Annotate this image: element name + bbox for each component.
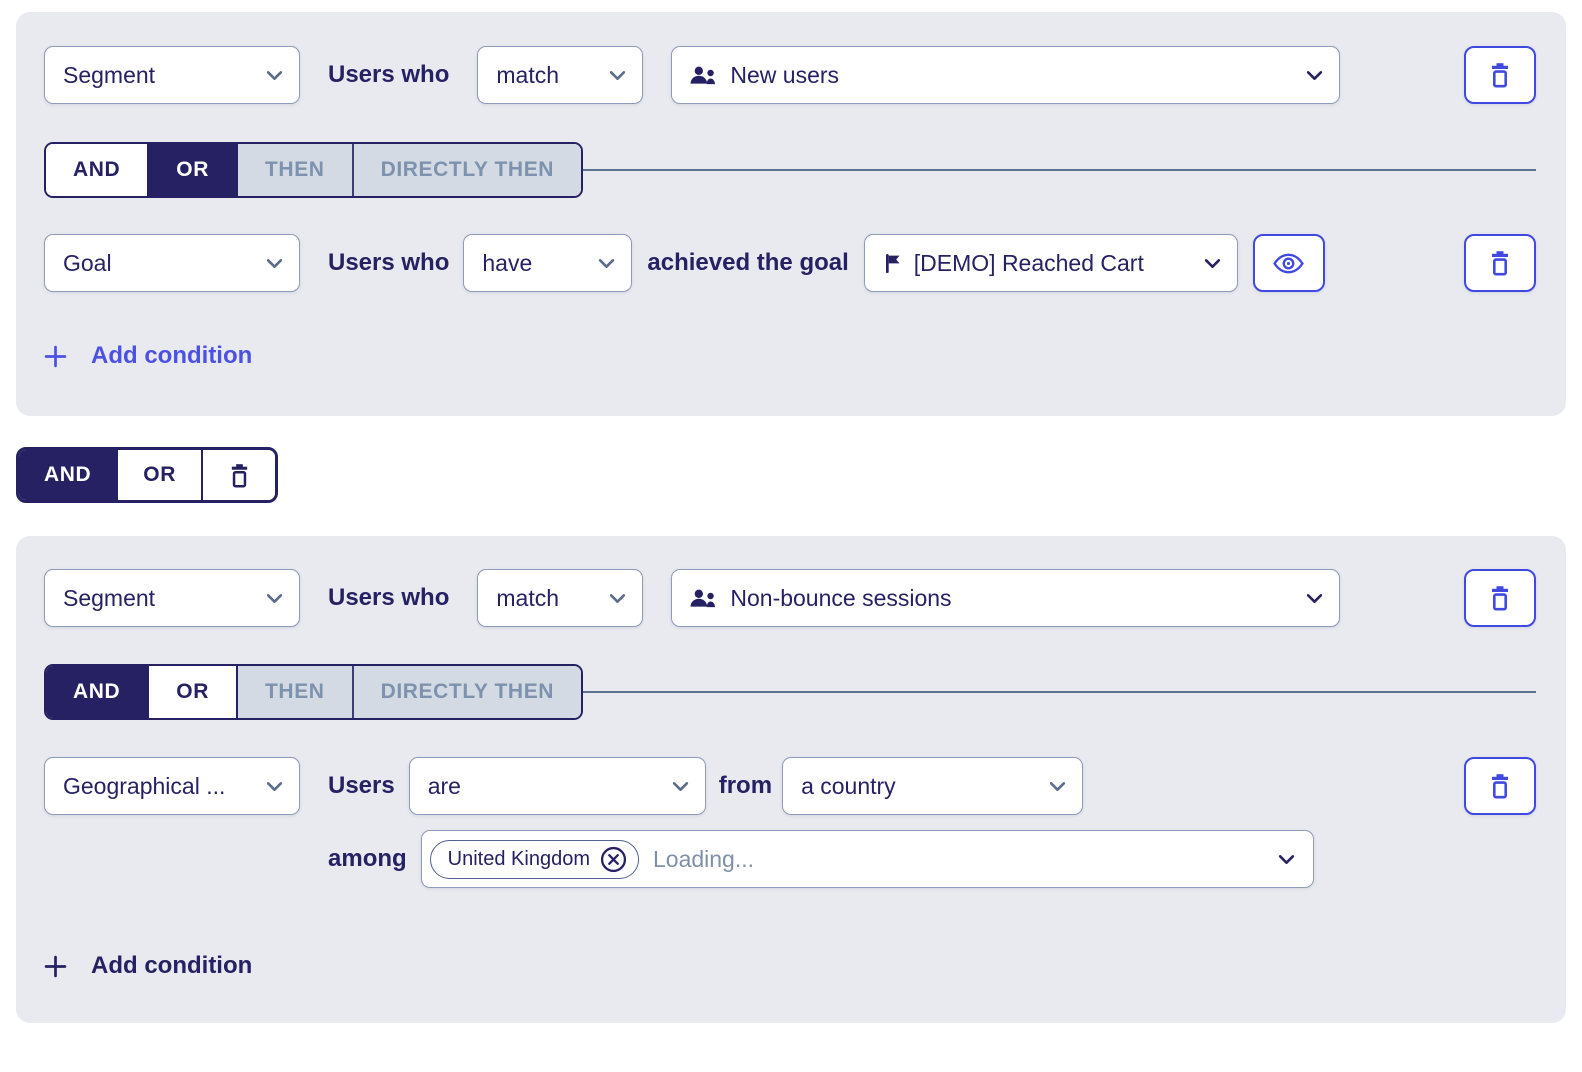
delete-condition-button[interactable] xyxy=(1464,234,1536,292)
logic-operator-toggle: AND OR THEN DIRECTLY THEN xyxy=(44,664,584,720)
condition-row-geographical: Geographical ... Users are from a countr… xyxy=(44,757,1536,815)
delete-condition-button[interactable] xyxy=(1464,46,1536,104)
logic-toggle-row: AND OR THEN DIRECTLY THEN xyxy=(44,664,1536,720)
flag-icon xyxy=(883,253,901,274)
chevron-down-icon xyxy=(1307,70,1323,80)
connector-label: from xyxy=(718,772,773,799)
add-condition-button[interactable]: Add condition xyxy=(44,952,252,980)
trash-icon xyxy=(1492,63,1508,88)
chevron-down-icon xyxy=(1278,854,1294,864)
location-type-value: a country xyxy=(801,772,896,799)
add-condition-label: Add condition xyxy=(91,952,253,979)
chevron-down-icon xyxy=(266,593,283,603)
chevron-down-icon xyxy=(610,70,626,80)
are-operator-select[interactable]: are xyxy=(408,757,706,815)
condition-type-value: Goal xyxy=(63,249,112,276)
condition-type-select[interactable]: Segment xyxy=(44,569,300,627)
match-operator-select[interactable]: match xyxy=(477,46,644,104)
segment-value: New users xyxy=(730,61,840,88)
chevron-down-icon xyxy=(1204,258,1220,268)
subject-label: Users who xyxy=(328,249,450,276)
joiner-option-or[interactable]: OR xyxy=(116,450,201,500)
trash-icon xyxy=(1492,774,1508,799)
among-row: among United Kingdom Loading... xyxy=(44,830,1536,888)
subject-label: Users who xyxy=(328,61,450,88)
condition-row-segment: Segment Users who match New users xyxy=(44,46,1536,104)
chevron-down-icon xyxy=(1049,781,1066,791)
condition-type-select[interactable]: Segment xyxy=(44,46,300,104)
condition-type-value: Segment xyxy=(63,61,156,88)
chip-label: United Kingdom xyxy=(447,847,590,870)
chevron-down-icon xyxy=(266,781,283,791)
condition-type-select[interactable]: Geographical ... xyxy=(44,757,300,815)
have-operator-select[interactable]: have xyxy=(463,234,633,292)
chevron-down-icon xyxy=(266,70,283,80)
goal-value-select[interactable]: [DEMO] Reached Cart xyxy=(863,234,1238,292)
divider-line xyxy=(583,691,1536,693)
plus-icon xyxy=(44,955,67,978)
loading-text: Loading... xyxy=(652,845,755,872)
chevron-down-icon xyxy=(1307,593,1323,603)
add-condition-button[interactable]: Add condition xyxy=(44,342,252,370)
operator-value: match xyxy=(496,61,560,88)
preview-goal-button[interactable] xyxy=(1252,234,1325,292)
logic-option-then[interactable]: THEN xyxy=(236,144,352,196)
segment-value: Non-bounce sessions xyxy=(730,584,952,611)
delete-condition-button[interactable] xyxy=(1464,569,1536,627)
logic-toggle-row: AND OR THEN DIRECTLY THEN xyxy=(44,142,1536,198)
logic-option-and[interactable]: AND xyxy=(46,144,148,196)
subject-label: Users xyxy=(328,772,395,799)
joiner-option-and[interactable]: AND xyxy=(19,450,117,500)
subject-label: Users who xyxy=(328,584,450,611)
condition-type-value: Segment xyxy=(63,584,156,611)
logic-option-directly-then[interactable]: DIRECTLY THEN xyxy=(351,144,582,196)
users-group-icon xyxy=(690,589,717,608)
trash-icon xyxy=(1492,251,1508,276)
plus-icon xyxy=(44,345,67,368)
condition-type-select[interactable]: Goal xyxy=(44,234,300,292)
eye-icon xyxy=(1273,253,1305,273)
delete-condition-button[interactable] xyxy=(1464,757,1536,815)
logic-option-or[interactable]: OR xyxy=(147,144,236,196)
chevron-down-icon xyxy=(599,258,615,268)
segment-value-select[interactable]: Non-bounce sessions xyxy=(671,569,1341,627)
logic-operator-toggle: AND OR THEN DIRECTLY THEN xyxy=(44,142,584,198)
divider-line xyxy=(583,169,1536,171)
selected-country-chip: United Kingdom xyxy=(429,839,639,879)
users-group-icon xyxy=(690,66,717,85)
connector-label: achieved the goal xyxy=(647,249,849,276)
logic-option-then[interactable]: THEN xyxy=(236,666,352,718)
country-multiselect[interactable]: United Kingdom Loading... xyxy=(420,830,1314,888)
operator-value: have xyxy=(482,249,533,276)
among-label: among xyxy=(328,845,407,872)
location-type-select[interactable]: a country xyxy=(782,757,1084,815)
condition-group-2: Segment Users who match Non-bounce sessi… xyxy=(16,536,1566,1023)
delete-group-button[interactable] xyxy=(201,450,275,500)
add-condition-label: Add condition xyxy=(91,342,253,369)
operator-value: match xyxy=(496,584,560,611)
remove-country-icon[interactable] xyxy=(600,846,627,873)
condition-type-value: Geographical ... xyxy=(63,772,226,799)
match-operator-select[interactable]: match xyxy=(477,569,644,627)
group-joiner-toggle: AND OR xyxy=(16,447,278,503)
chevron-down-icon xyxy=(672,781,688,791)
condition-group-1: Segment Users who match New users AND OR… xyxy=(16,12,1566,416)
chevron-down-icon xyxy=(610,593,626,603)
segment-value-select[interactable]: New users xyxy=(671,46,1341,104)
condition-row-segment: Segment Users who match Non-bounce sessi… xyxy=(44,569,1536,627)
condition-row-goal: Goal Users who have achieved the goal [D… xyxy=(44,234,1536,292)
logic-option-and[interactable]: AND xyxy=(46,666,148,718)
logic-option-or[interactable]: OR xyxy=(147,666,236,718)
operator-value: are xyxy=(427,772,461,799)
trash-icon xyxy=(1492,586,1508,611)
logic-option-directly-then[interactable]: DIRECTLY THEN xyxy=(351,666,582,718)
chevron-down-icon xyxy=(266,258,283,268)
trash-icon xyxy=(231,463,247,487)
goal-value: [DEMO] Reached Cart xyxy=(913,249,1144,276)
